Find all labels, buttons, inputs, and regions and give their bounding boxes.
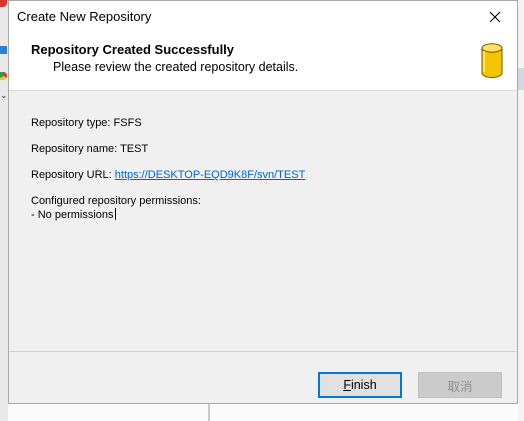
header-title: Repository Created Successfully xyxy=(31,42,235,57)
background-status-area xyxy=(8,404,518,421)
text-caret xyxy=(114,208,116,220)
close-icon xyxy=(489,11,501,22)
wizard-header: Repository Created Successfully Please r… xyxy=(9,32,517,91)
dialog-title: Create New Repository xyxy=(17,9,152,24)
finish-button[interactable]: Finish xyxy=(318,372,402,398)
header-subtitle: Please review the created repository det… xyxy=(53,60,299,74)
background-toolbar-icon xyxy=(0,46,7,54)
chevron-down-icon: ⌄ xyxy=(0,90,8,100)
repository-url-link[interactable]: https://DESKTOP-EQD9K8F/svn/TEST xyxy=(115,169,306,181)
repository-name-value: TEST xyxy=(120,143,149,155)
permissions-value: - No permissions xyxy=(31,209,114,221)
repository-name-row: Repository name: TEST xyxy=(31,143,149,155)
background-panel-fragment xyxy=(518,68,524,90)
permissions-label: Configured repository permissions: xyxy=(31,195,201,207)
background-divider xyxy=(208,404,210,421)
background-browser-icon xyxy=(0,72,7,80)
close-button[interactable] xyxy=(473,1,517,32)
repository-url-row: Repository URL: https://DESKTOP-EQD9K8F/… xyxy=(31,169,306,181)
background-window-edge-right xyxy=(518,0,524,421)
button-separator xyxy=(10,351,516,352)
repository-details: Repository type: FSFS Repository name: T… xyxy=(31,117,305,221)
repository-type-row: Repository type: FSFS xyxy=(31,117,142,129)
repository-type-value: FSFS xyxy=(113,117,142,129)
database-cylinder-icon xyxy=(481,43,503,78)
create-repository-dialog: Create New Repository Repository Created… xyxy=(8,0,518,404)
cancel-button[interactable]: 取消 xyxy=(418,372,502,398)
background-window-edge-left xyxy=(0,0,8,421)
dialog-titlebar[interactable]: Create New Repository xyxy=(9,1,517,32)
permissions-value-row[interactable]: - No permissions xyxy=(31,208,305,221)
